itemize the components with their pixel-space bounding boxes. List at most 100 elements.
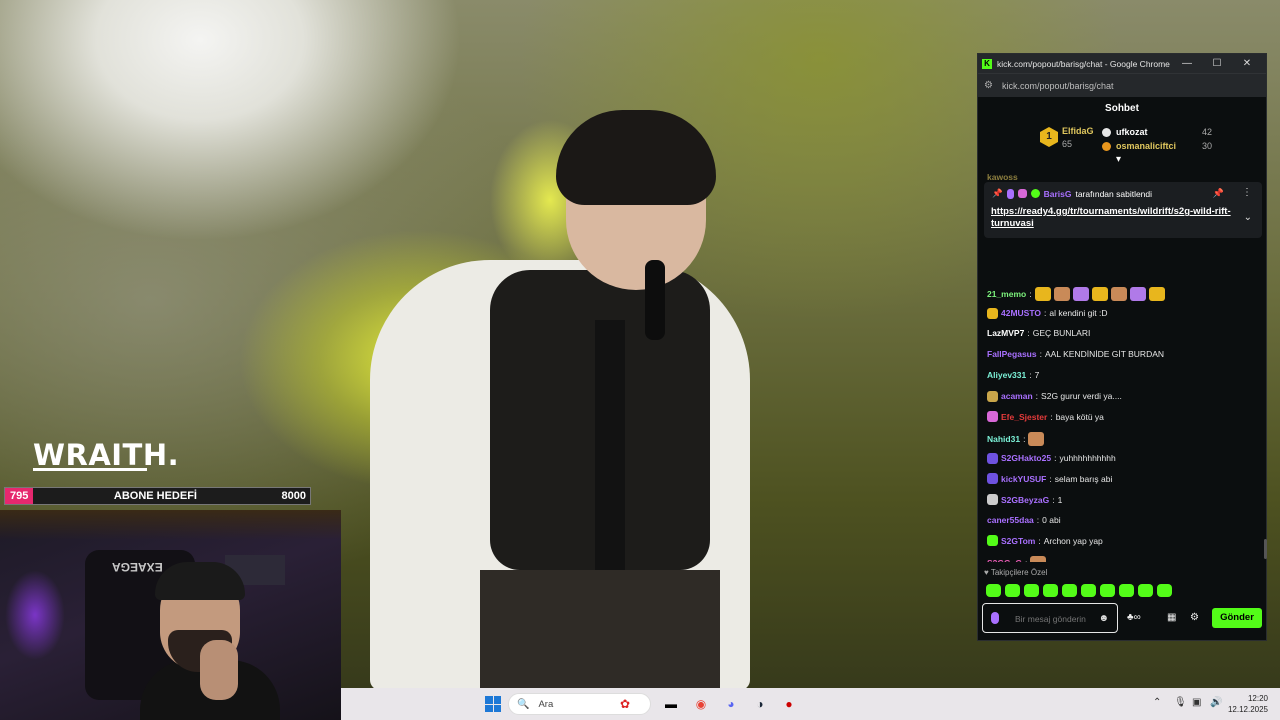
maximize-button[interactable]: ☐ [1202, 58, 1232, 69]
clock[interactable]: 12:20 12.12.2025 [1228, 693, 1268, 715]
chat-username[interactable]: Aliyev331 [987, 370, 1026, 380]
task-view-icon[interactable]: ▬ [661, 694, 681, 714]
chat-text: AAL KENDİNİDE GİT BURDAN [1044, 349, 1165, 360]
more-options-icon[interactable]: ⋮ [1242, 187, 1252, 198]
chat-username[interactable]: acaman [1001, 391, 1033, 401]
chat-message: kickYUSUF: selam barış abi [987, 473, 1113, 485]
volume-icon[interactable]: 🔊 [1210, 697, 1222, 708]
chevron-down-icon[interactable]: ⌄ [1244, 212, 1252, 223]
store-icon[interactable]: ▦ [1167, 612, 1176, 623]
emote-button[interactable] [1062, 584, 1077, 597]
taskbar-search[interactable]: 🔍 Ara ✿ [508, 693, 651, 715]
chat-username[interactable]: S2GBeyzaG [1001, 495, 1049, 505]
leaderboard-first-name[interactable]: ElfidaG [1062, 126, 1094, 136]
chrome-icon[interactable]: ◉ [691, 694, 711, 714]
tray-overflow-icon[interactable]: ⌃ [1153, 697, 1161, 708]
mic-icon[interactable] [991, 612, 999, 624]
pinned-header: 📌 BarisG tarafından sabitlendi [992, 188, 1152, 199]
emote-image[interactable] [1030, 556, 1047, 562]
emote-button[interactable] [1157, 584, 1172, 597]
chat-scrollbar[interactable] [1264, 539, 1267, 559]
user-badge-icon [987, 411, 998, 423]
leaderboard-row[interactable]: ufkozat 42 [1102, 127, 1212, 137]
window-title: kick.com/popout/barisg/chat - Google Chr… [997, 58, 1170, 69]
emote-button[interactable] [1043, 584, 1058, 597]
chat-username[interactable]: 21_memo [987, 289, 1026, 299]
emote-button[interactable] [1138, 584, 1153, 597]
chat-username[interactable]: S2GTom [1001, 536, 1035, 546]
chat-message: caner55daa:0 abi [987, 515, 1061, 525]
pinned-by-user[interactable]: BarisG [1044, 189, 1072, 199]
pinned-link[interactable]: https://ready4.gg/tr/tournaments/wildrif… [991, 206, 1236, 230]
emote-quickbar[interactable] [986, 584, 1172, 597]
send-button[interactable]: Gönder [1212, 608, 1262, 628]
chat-input-box[interactable]: ☻ [982, 603, 1118, 633]
leaderboard-first-score: 65 [1062, 139, 1073, 149]
chat-message: Efe_Sjester: baya kötü ya [987, 411, 1104, 423]
close-button[interactable]: ✕ [1232, 58, 1262, 69]
chat-username[interactable]: 42MUSTO [1001, 308, 1041, 318]
gift-leaderboard[interactable]: 1 ElfidaG 65 ufkozat 42 osmanaliciftci 3… [978, 121, 1266, 165]
unpin-icon[interactable]: 📌 [1213, 188, 1224, 199]
emote-image[interactable] [1034, 287, 1051, 301]
chat-message: Nahid31: [987, 431, 1045, 446]
minimize-button[interactable]: — [1172, 58, 1202, 69]
pinned-message[interactable]: 📌 BarisG tarafından sabitlendi 📌 ⋮ https… [984, 182, 1262, 238]
emote-button[interactable] [986, 584, 1001, 597]
expand-leaderboard-icon[interactable]: ▾ [1116, 154, 1121, 165]
discord-icon[interactable]: ◕ [721, 694, 741, 714]
leaderboard-row[interactable]: osmanaliciftci 30 [1102, 141, 1212, 151]
overlay-logo: WRAITH. [33, 438, 180, 472]
chat-text: selam barış abi [1054, 473, 1113, 484]
verified-badge-icon [1030, 189, 1040, 198]
chat-username[interactable]: kickYUSUF [1001, 474, 1046, 484]
emote-image[interactable] [1148, 287, 1165, 301]
subscriber-goal-bar: 795 ABONE HEDEFİ 8000 [4, 487, 311, 505]
emoji-picker-icon[interactable]: ☻ [1098, 613, 1109, 624]
emote-button[interactable] [1024, 584, 1039, 597]
windows-start-button[interactable] [483, 694, 503, 714]
settings-gear-icon[interactable]: ⚙ [1190, 612, 1199, 623]
chat-text: 0 abi [1042, 514, 1061, 525]
chat-username[interactable]: S2GG_G [987, 558, 1022, 562]
kicks-icon[interactable]: ♣∞ [1127, 612, 1141, 623]
chat-message-input[interactable] [1015, 607, 1095, 631]
badge-icon [1102, 141, 1111, 151]
emote-button[interactable] [1081, 584, 1096, 597]
chat-text: al kendini git :D [1049, 308, 1108, 319]
emote-image[interactable] [1110, 287, 1127, 301]
address-url[interactable]: kick.com/popout/barisg/chat [1002, 81, 1114, 91]
chat-username[interactable]: FallPegasus [987, 349, 1037, 359]
browser-titlebar[interactable]: K kick.com/popout/barisg/chat - Google C… [978, 54, 1266, 73]
emote-button[interactable] [1005, 584, 1020, 597]
chat-username[interactable]: Efe_Sjester [1001, 412, 1047, 422]
address-bar[interactable]: ⚙ kick.com/popout/barisg/chat [978, 73, 1266, 97]
chat-username[interactable]: LazMVP7 [987, 328, 1024, 338]
emote-button[interactable] [1100, 584, 1115, 597]
chat-text: yuhhhhhhhhhh [1059, 453, 1116, 464]
user-badge-icon [987, 473, 998, 485]
chat-username[interactable]: Nahid31 [987, 434, 1020, 444]
chat-message: S2GHakto25: yuhhhhhhhhhh [987, 452, 1116, 464]
follower-only-label: ♥ Takipçilere Özel [984, 568, 1048, 577]
chat-username[interactable]: S2GHakto25 [1001, 453, 1051, 463]
emote-image[interactable] [1129, 287, 1146, 301]
microphone-icon[interactable]: 🎙 [1174, 697, 1187, 708]
chat-text: Archon yap yap [1043, 535, 1103, 546]
app-icon[interactable]: ● [779, 694, 799, 714]
emote-image[interactable] [1053, 287, 1070, 301]
network-icon[interactable]: ▣ [1192, 697, 1201, 708]
site-info-icon[interactable]: ⚙ [984, 80, 993, 91]
chat-username[interactable]: kawoss [987, 172, 1018, 182]
mic-badge-icon [1006, 188, 1014, 199]
emote-image[interactable] [1091, 287, 1108, 301]
user-badge-icon [987, 390, 998, 402]
emote-image[interactable] [1028, 431, 1045, 446]
steam-icon[interactable]: ◑ [750, 694, 770, 714]
chat-text: baya kötü ya [1055, 411, 1104, 422]
emote-button[interactable] [1119, 584, 1134, 597]
chat-separator: : [1050, 411, 1053, 422]
chat-username[interactable]: caner55daa [987, 515, 1034, 525]
chat-message: S2GTom: Archon yap yap [987, 535, 1103, 547]
emote-image[interactable] [1072, 287, 1089, 301]
